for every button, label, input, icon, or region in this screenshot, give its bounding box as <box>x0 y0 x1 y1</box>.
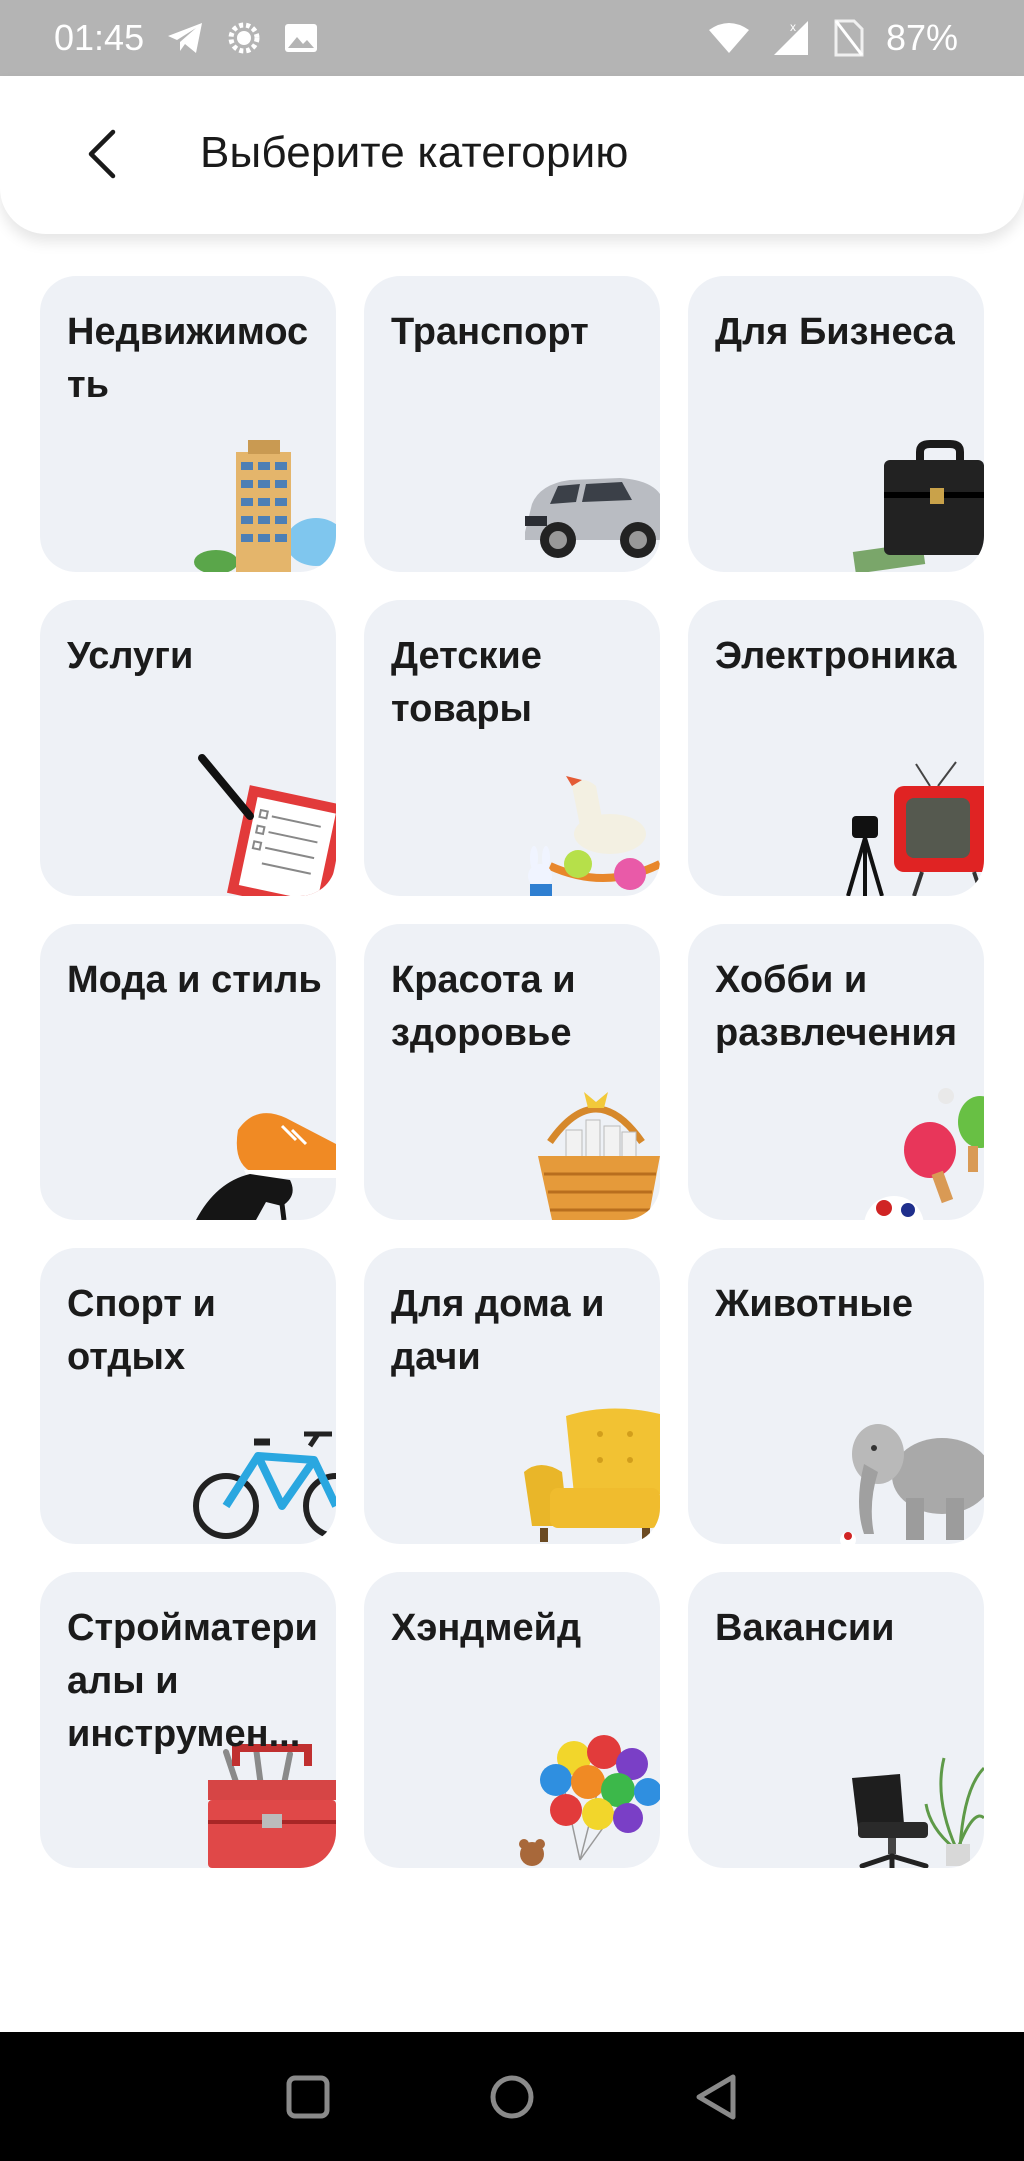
category-label: Недвижимость <box>67 311 309 406</box>
category-card-beauty[interactable]: Красота и здоровье <box>364 924 660 1220</box>
ping-pong-ball-icon <box>834 1070 984 1220</box>
gallery-icon <box>284 23 318 53</box>
category-card-handmade[interactable]: Хэндмейд <box>364 1572 660 1868</box>
category-label: Для дома и дачи <box>391 1283 605 1378</box>
category-label: Транспорт <box>391 311 589 353</box>
status-time: 01:45 <box>54 17 145 58</box>
battery-percent: 87% <box>885 17 958 58</box>
back-triangle-icon[interactable] <box>684 2065 748 2129</box>
apartment-building-icon <box>186 422 336 572</box>
category-card-vacancies[interactable]: Вакансии <box>688 1572 984 1868</box>
telegram-icon <box>166 21 204 55</box>
category-label: Электроника <box>715 635 957 677</box>
category-grid: Недвижимость Транспорт Для Бизнеса Услуг… <box>40 276 984 1868</box>
recents-square-icon[interactable] <box>276 2065 340 2129</box>
balloons-icon <box>510 1718 660 1868</box>
category-card-hobby[interactable]: Хобби и развлечения <box>688 924 984 1220</box>
category-label: Детские товары <box>391 635 542 730</box>
category-card-animals[interactable]: Животные <box>688 1248 984 1544</box>
status-bar-right: x 87% <box>708 17 958 59</box>
car-icon <box>510 422 660 572</box>
tv-camera-icon <box>834 746 984 896</box>
category-card-home[interactable]: Для дома и дачи <box>364 1248 660 1544</box>
category-label: Вакансии <box>715 1607 895 1649</box>
category-label: Животные <box>715 1283 913 1325</box>
category-label: Спорт и отдых <box>67 1283 216 1378</box>
clipboard-checklist-icon <box>186 746 336 896</box>
header: Выберите категорию <box>0 76 1024 234</box>
system-nav-bar <box>0 2032 1024 2161</box>
status-bar-left: 01:45 <box>54 17 318 59</box>
category-card-kids[interactable]: Детские товары <box>364 600 660 896</box>
status-bar: 01:45 x 87% <box>0 0 1024 76</box>
category-label: Стройматериалы и инструмен... <box>67 1607 318 1755</box>
elephant-icon <box>834 1394 984 1544</box>
bicycle-icon <box>186 1394 336 1544</box>
category-label: Хобби и развлечения <box>715 959 958 1054</box>
rocking-horse-toy-icon <box>510 746 660 896</box>
armchair-icon <box>510 1394 660 1544</box>
category-card-construction[interactable]: Стройматериалы и инструмен... <box>40 1572 336 1868</box>
settings-gear-icon <box>226 20 262 56</box>
no-sim-icon <box>834 19 864 57</box>
category-label: Красота и здоровье <box>391 959 576 1054</box>
category-card-electronics[interactable]: Электроника <box>688 600 984 896</box>
home-circle-icon[interactable] <box>480 2065 544 2129</box>
category-label: Услуги <box>67 635 194 677</box>
category-card-real-estate[interactable]: Недвижимость <box>40 276 336 572</box>
category-card-fashion[interactable]: Мода и стиль <box>40 924 336 1220</box>
chevron-left-icon <box>88 129 116 179</box>
cosmetics-basket-icon <box>510 1070 660 1220</box>
category-label: Для Бизнеса <box>715 311 955 353</box>
shoes-icon <box>186 1070 336 1220</box>
category-card-sport[interactable]: Спорт и отдых <box>40 1248 336 1544</box>
office-chair-plant-icon <box>834 1718 984 1868</box>
category-label: Мода и стиль <box>67 959 322 1001</box>
back-button[interactable] <box>72 121 132 187</box>
category-label: Хэндмейд <box>391 1607 582 1649</box>
category-card-business[interactable]: Для Бизнеса <box>688 276 984 572</box>
page-title: Выберите категорию <box>200 128 629 177</box>
category-card-transport[interactable]: Транспорт <box>364 276 660 572</box>
signal-icon: x <box>772 19 812 57</box>
category-card-services[interactable]: Услуги <box>40 600 336 896</box>
svg-text:x: x <box>790 20 796 34</box>
wifi-icon <box>708 21 750 55</box>
briefcase-icon <box>834 422 984 572</box>
